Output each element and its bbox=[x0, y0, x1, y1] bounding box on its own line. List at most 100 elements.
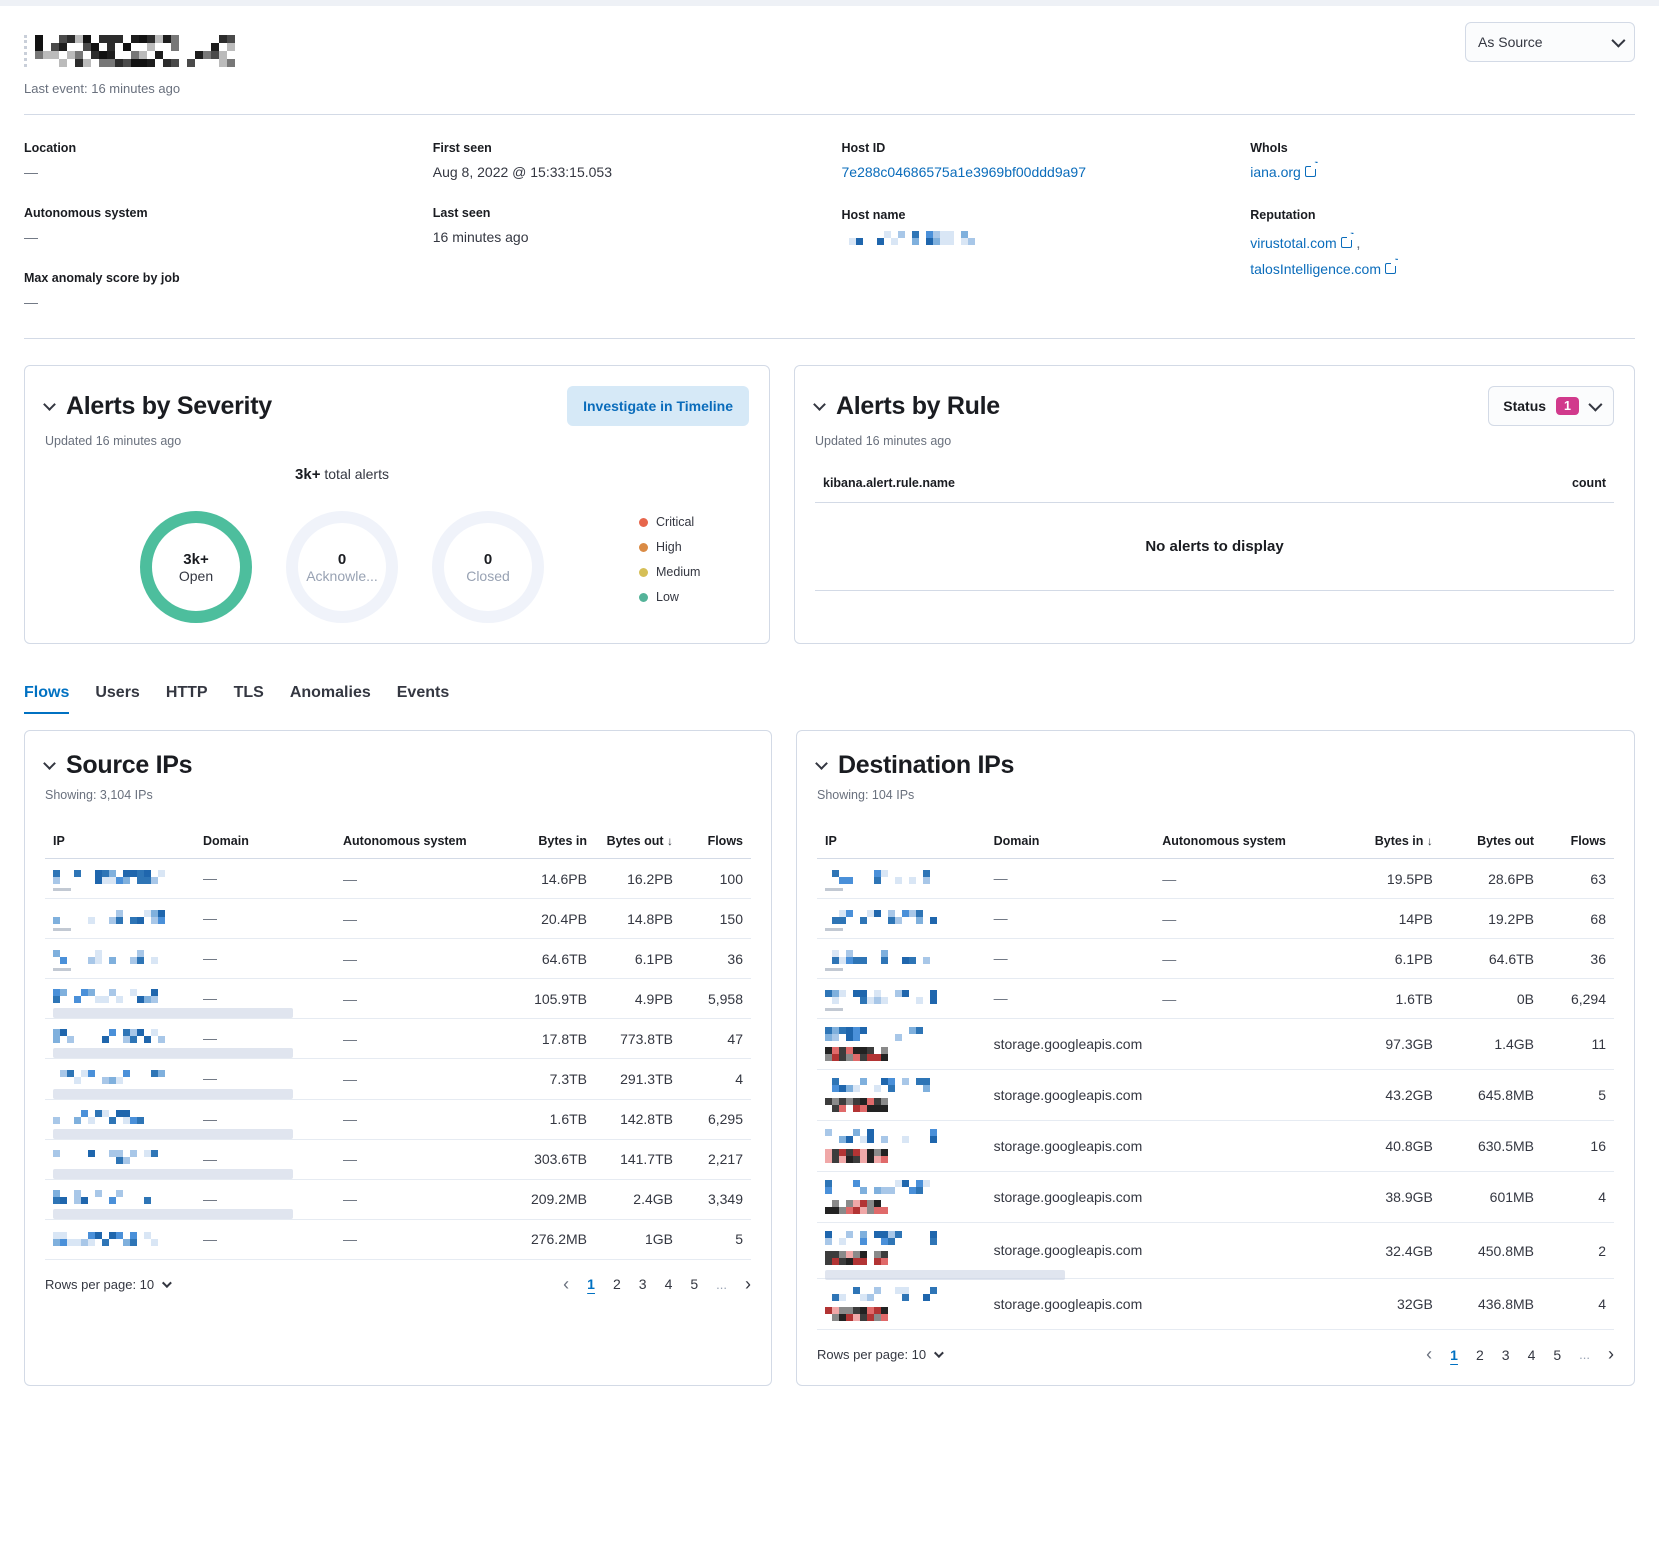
autonomous-system-cell: — bbox=[335, 1019, 515, 1059]
ip-link-redacted[interactable] bbox=[45, 1099, 195, 1139]
bytes-out-cell: 601MB bbox=[1441, 1172, 1542, 1223]
ip-link-redacted[interactable] bbox=[45, 1139, 195, 1179]
page-button-3[interactable]: 3 bbox=[639, 1276, 647, 1292]
column-header-ip[interactable]: IP bbox=[45, 824, 195, 859]
column-header-domain[interactable]: Domain bbox=[195, 824, 335, 859]
tab-tls[interactable]: TLS bbox=[234, 684, 264, 714]
donut-acknowledged: 0 Acknowle... bbox=[286, 511, 398, 623]
chevron-down-icon bbox=[934, 1349, 944, 1359]
redacted-dash bbox=[53, 928, 71, 931]
ip-link-redacted[interactable] bbox=[817, 979, 986, 1019]
destination-ips-collapse-toggle[interactable]: Destination IPs bbox=[817, 751, 1614, 780]
page-button-2[interactable]: 2 bbox=[1476, 1347, 1484, 1363]
tab-flows[interactable]: Flows bbox=[24, 684, 69, 714]
ip-link-redacted[interactable] bbox=[817, 1223, 986, 1279]
column-header-ip[interactable]: IP bbox=[817, 824, 986, 859]
column-header-flows[interactable]: Flows bbox=[681, 824, 751, 859]
reputation-link-virustotal[interactable]: virustotal.com bbox=[1250, 235, 1336, 251]
ip-link-redacted[interactable] bbox=[817, 1019, 986, 1070]
redacted-ip-value bbox=[53, 870, 165, 884]
ip-link-redacted[interactable] bbox=[817, 859, 986, 899]
table-row: storage.googleapis.com40.8GB630.5MB16 bbox=[817, 1121, 1614, 1172]
ip-link-redacted[interactable] bbox=[45, 859, 195, 899]
previous-page-button[interactable]: ‹ bbox=[563, 1274, 569, 1295]
ip-link-redacted[interactable] bbox=[817, 1070, 986, 1121]
column-header-autonomous-system[interactable]: Autonomous system bbox=[1154, 824, 1345, 859]
ip-link-redacted[interactable] bbox=[45, 1019, 195, 1059]
ip-link-redacted[interactable] bbox=[45, 1219, 195, 1259]
redacted-ip-value bbox=[825, 1027, 937, 1041]
tab-users[interactable]: Users bbox=[95, 684, 139, 714]
page-button-4[interactable]: 4 bbox=[665, 1276, 673, 1292]
bytes-in-cell: 32GB bbox=[1345, 1279, 1441, 1330]
table-row: ——20.4PB14.8PB150 bbox=[45, 899, 751, 939]
as-source-select[interactable]: As Source bbox=[1465, 22, 1635, 62]
next-page-button[interactable]: › bbox=[745, 1274, 751, 1295]
bytes-in-cell: 43.2GB bbox=[1345, 1070, 1441, 1121]
field-host-name: Host name bbox=[842, 208, 1227, 245]
field-autonomous-system: Autonomous system — bbox=[24, 206, 409, 245]
ip-link-redacted[interactable] bbox=[817, 939, 986, 979]
redacted-bar bbox=[53, 1008, 293, 1018]
column-header-bytes-out-sorted[interactable]: Bytes out ↓ bbox=[595, 824, 681, 859]
page-button-2[interactable]: 2 bbox=[613, 1276, 621, 1292]
ip-link-redacted[interactable] bbox=[817, 1121, 986, 1172]
autonomous-system-cell bbox=[1154, 1070, 1345, 1121]
flows-cell: 11 bbox=[1542, 1019, 1614, 1070]
flows-cell: 36 bbox=[1542, 939, 1614, 979]
page-header: Last event: 16 minutes ago As Source bbox=[0, 6, 1659, 96]
ip-link-redacted[interactable] bbox=[817, 1279, 986, 1330]
source-rows-per-page[interactable]: Rows per page: 10 bbox=[45, 1277, 169, 1292]
column-header-bytes-in[interactable]: Bytes in bbox=[515, 824, 595, 859]
ip-link-redacted[interactable] bbox=[45, 1179, 195, 1219]
flows-cell: 6,294 bbox=[1542, 979, 1614, 1019]
rule-updated-text: Updated 16 minutes ago bbox=[815, 434, 1614, 448]
column-header-bytes-in-sorted[interactable]: Bytes in ↓ bbox=[1345, 824, 1441, 859]
page-button-1[interactable]: 1 bbox=[587, 1276, 595, 1292]
table-row: storage.googleapis.com32GB436.8MB4 bbox=[817, 1279, 1614, 1330]
ip-link-redacted[interactable] bbox=[45, 899, 195, 939]
tab-events[interactable]: Events bbox=[397, 684, 449, 714]
host-id-link[interactable]: 7e288c04686575a1e3969bf00ddd9a97 bbox=[842, 164, 1086, 180]
bytes-out-cell: 19.2PB bbox=[1441, 899, 1542, 939]
destination-ips-table: IP Domain Autonomous system Bytes in ↓ B… bbox=[817, 824, 1614, 1330]
source-ips-collapse-toggle[interactable]: Source IPs bbox=[45, 751, 751, 780]
severity-collapse-toggle[interactable]: Alerts by Severity bbox=[45, 392, 272, 421]
count-column-header[interactable]: count bbox=[1572, 476, 1606, 490]
whois-link[interactable]: iana.org bbox=[1250, 164, 1301, 180]
ip-link-redacted[interactable] bbox=[817, 899, 986, 939]
ip-link-redacted[interactable] bbox=[45, 1059, 195, 1099]
domain-cell: — bbox=[195, 859, 335, 899]
redacted-dash bbox=[53, 968, 71, 971]
ip-link-redacted[interactable] bbox=[45, 979, 195, 1019]
flows-cell: 4 bbox=[1542, 1172, 1614, 1223]
page-button-5[interactable]: 5 bbox=[1553, 1347, 1561, 1363]
column-header-flows[interactable]: Flows bbox=[1542, 824, 1614, 859]
next-page-button[interactable]: › bbox=[1608, 1344, 1614, 1365]
rule-name-column-header[interactable]: kibana.alert.rule.name bbox=[823, 476, 955, 490]
tab-anomalies[interactable]: Anomalies bbox=[290, 684, 371, 714]
page-button-3[interactable]: 3 bbox=[1502, 1347, 1510, 1363]
page-button-5[interactable]: 5 bbox=[690, 1276, 698, 1292]
legend-low: Low bbox=[639, 590, 749, 604]
tab-http[interactable]: HTTP bbox=[166, 684, 208, 714]
column-header-autonomous-system[interactable]: Autonomous system bbox=[335, 824, 515, 859]
bytes-out-cell: 645.8MB bbox=[1441, 1070, 1542, 1121]
redacted-ip-value bbox=[53, 989, 165, 1003]
page-button-1[interactable]: 1 bbox=[1450, 1347, 1458, 1363]
column-header-domain[interactable]: Domain bbox=[986, 824, 1155, 859]
investigate-in-timeline-button[interactable]: Investigate in Timeline bbox=[567, 386, 749, 426]
destination-rows-per-page[interactable]: Rows per page: 10 bbox=[817, 1347, 941, 1362]
table-row: storage.googleapis.com32.4GB450.8MB2 bbox=[817, 1223, 1614, 1279]
ip-link-redacted[interactable] bbox=[817, 1172, 986, 1223]
page-button-4[interactable]: 4 bbox=[1528, 1347, 1536, 1363]
domain-cell: storage.googleapis.com bbox=[986, 1019, 1155, 1070]
ip-link-redacted[interactable] bbox=[45, 939, 195, 979]
rule-collapse-toggle[interactable]: Alerts by Rule bbox=[815, 392, 1000, 421]
redacted-ip-value bbox=[825, 1231, 937, 1245]
status-filter-button[interactable]: Status 1 bbox=[1488, 386, 1614, 426]
reputation-link-talos[interactable]: talosIntelligence.com bbox=[1250, 261, 1381, 277]
page-title bbox=[24, 35, 235, 67]
previous-page-button[interactable]: ‹ bbox=[1426, 1344, 1432, 1365]
column-header-bytes-out[interactable]: Bytes out bbox=[1441, 824, 1542, 859]
